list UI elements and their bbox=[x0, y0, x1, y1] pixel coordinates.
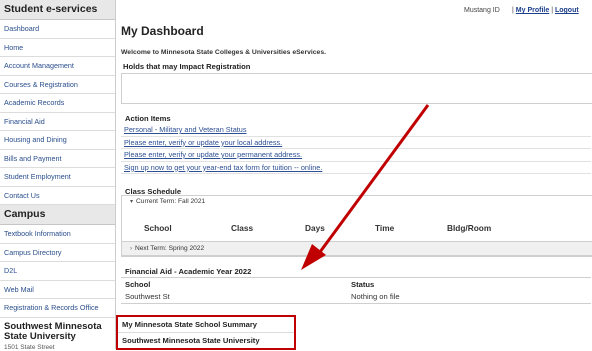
action-items-title: Action Items bbox=[125, 114, 171, 123]
sidebar-item-courses-registration[interactable]: Courses & Registration bbox=[0, 76, 115, 94]
my-profile-link[interactable]: My Profile bbox=[516, 7, 549, 14]
top-link-separator: | bbox=[512, 7, 514, 14]
column-class: Class bbox=[231, 223, 254, 233]
school-summary-title: My Minnesota State School Summary bbox=[118, 317, 294, 333]
top-link-separator: | bbox=[551, 7, 554, 14]
column-school: School bbox=[144, 223, 172, 233]
financial-aid-table: School Status Southwest St Nothing on fi… bbox=[121, 277, 591, 304]
next-term-row[interactable]: › Next Term: Spring 2022 bbox=[121, 241, 592, 256]
action-items-list: Personal - Military and Veteran Status P… bbox=[121, 124, 591, 174]
column-time: Time bbox=[375, 223, 395, 233]
sidebar-item-academic-records[interactable]: Academic Records bbox=[0, 94, 115, 113]
chevron-down-icon: ▾ bbox=[130, 199, 134, 205]
sidebar-item-registration-records[interactable]: Registration & Records Office bbox=[0, 299, 115, 318]
sidebar-item-student-employment[interactable]: Student Employment bbox=[0, 168, 115, 187]
column-bldg-room: Bldg/Room bbox=[447, 223, 492, 233]
sidebar-address: 1501 State Street bbox=[4, 343, 55, 351]
column-days: Days bbox=[305, 223, 325, 233]
school-summary-highlight: My Minnesota State School Summary Southw… bbox=[116, 315, 296, 350]
sidebar-item-account-management[interactable]: Account Management bbox=[0, 57, 115, 76]
chevron-right-icon: › bbox=[130, 246, 132, 252]
holds-title: Holds that may Impact Registration bbox=[123, 62, 251, 71]
sidebar-item-financial-aid[interactable]: Financial Aid bbox=[0, 113, 115, 131]
fa-status-header: Status bbox=[351, 280, 375, 289]
sidebar-item-textbook-information[interactable]: Textbook Information bbox=[0, 225, 115, 244]
sidebar: Student e-services Dashboard Home Accoun… bbox=[0, 0, 116, 351]
action-link-military-veteran[interactable]: Personal - Military and Veteran Status bbox=[121, 124, 591, 137]
fa-school-value: Southwest St bbox=[125, 292, 170, 301]
top-links: | My Profile | Logout bbox=[512, 7, 579, 14]
action-link-local-address[interactable]: Please enter, verify or update your loca… bbox=[121, 137, 591, 149]
sidebar-campus-header: Campus bbox=[0, 205, 115, 225]
sidebar-item-bills-payment[interactable]: Bills and Payment bbox=[0, 150, 115, 168]
action-link-tax-form[interactable]: Sign up now to get your year-end tax for… bbox=[121, 162, 591, 174]
current-term-label: Current Term: Fall 2021 bbox=[136, 198, 206, 205]
main-content: My Dashboard Mustang ID | My Profile | L… bbox=[116, 0, 592, 349]
sidebar-item-contact-us[interactable]: Contact Us bbox=[0, 187, 115, 205]
current-term-toggle[interactable]: ▾ Current Term: Fall 2021 bbox=[122, 196, 592, 208]
holds-panel bbox=[121, 73, 592, 104]
financial-aid-title: Financial Aid - Academic Year 2022 bbox=[125, 267, 252, 276]
mustang-id-label: Mustang ID bbox=[464, 7, 500, 14]
fa-school-header: School bbox=[125, 280, 151, 289]
sidebar-item-campus-directory[interactable]: Campus Directory bbox=[0, 244, 115, 262]
action-link-permanent-address[interactable]: Please enter, verify or update your perm… bbox=[121, 149, 591, 162]
welcome-message: Welcome to Minnesota State Colleges & Un… bbox=[121, 49, 326, 56]
sidebar-item-home[interactable]: Home bbox=[0, 39, 115, 57]
next-term-label: Next Term: Spring 2022 bbox=[135, 245, 205, 252]
sidebar-item-dashboard[interactable]: Dashboard bbox=[0, 20, 115, 39]
logout-link[interactable]: Logout bbox=[555, 7, 579, 14]
fa-status-value: Nothing on file bbox=[351, 292, 400, 301]
sidebar-item-housing-dining[interactable]: Housing and Dining bbox=[0, 131, 115, 150]
page-title: My Dashboard bbox=[121, 24, 204, 38]
sidebar-item-d2l[interactable]: D2L bbox=[0, 262, 115, 281]
sidebar-university-name: Southwest Minnesota State University bbox=[0, 317, 115, 344]
sidebar-header: Student e-services bbox=[0, 0, 115, 20]
sidebar-item-web-mail[interactable]: Web Mail bbox=[0, 281, 115, 299]
school-summary-name: Southwest Minnesota State University bbox=[122, 336, 260, 345]
